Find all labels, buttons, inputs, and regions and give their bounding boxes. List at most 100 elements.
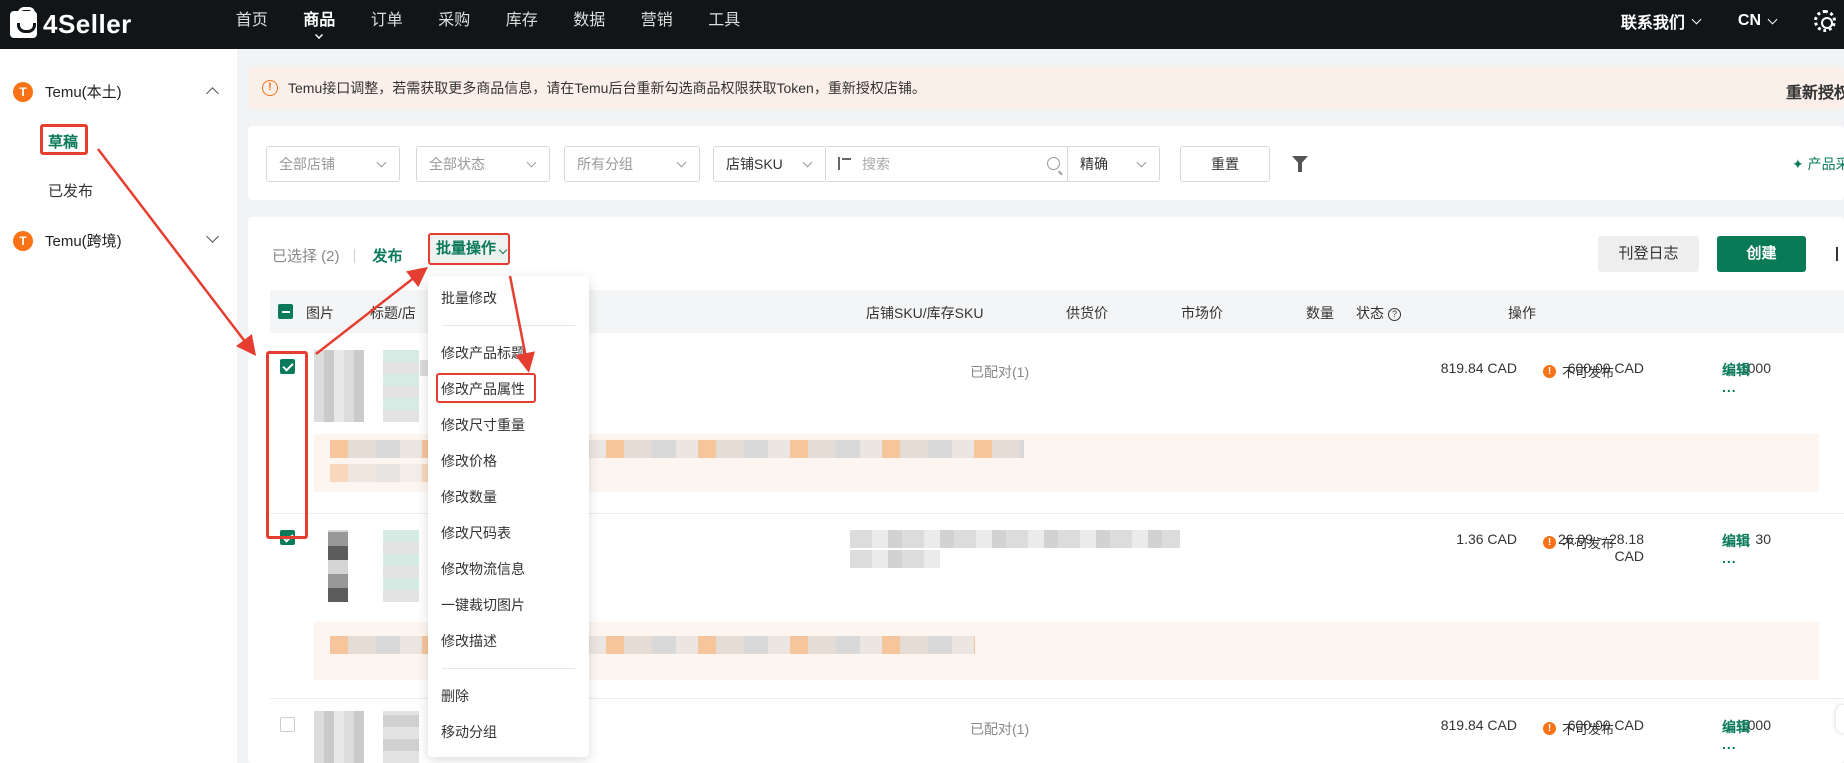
supply-price: 1.36 CAD [1456,531,1517,547]
highlight-box-edit-attributes [436,373,536,403]
publish-button[interactable]: 发布 [373,245,403,266]
chevron-down-icon [315,31,324,39]
main-nav: 首页 商品 订单 采购 库存 数据 营销 工具 [218,0,758,49]
sku-matched[interactable]: 已配对(1) [970,362,1029,382]
contact-us-menu[interactable]: 联系我们 [1620,9,1702,33]
product-thumbnail[interactable] [383,350,419,422]
search-placeholder: 搜索 [862,156,890,172]
market-price-unit: CAD [1614,548,1644,564]
language-menu[interactable]: CN [1737,12,1778,30]
nav-data[interactable]: 数据 [556,0,624,49]
store-select[interactable]: 全部店铺 [266,146,400,182]
nav-home[interactable]: 首页 [218,0,286,49]
filter-icon[interactable] [1292,156,1308,172]
highlight-box-drafts [40,124,88,155]
warning-icon: ! [1543,722,1556,735]
menu-item-delete[interactable]: 删除 [441,686,469,706]
status-badge: ! 不可发布 [1543,719,1614,738]
menu-item-edit-dimensions[interactable]: 修改尺寸重量 [441,415,525,435]
product-title[interactable] [850,530,1180,548]
header-status-label: 状态 [1356,305,1384,321]
status-select[interactable]: 全部状态 [416,146,550,182]
chevron-down-icon [1691,14,1702,24]
reset-button[interactable]: 重置 [1180,146,1270,182]
edit-link[interactable]: 编辑 [1722,717,1750,737]
product-thumbnail[interactable] [314,350,364,422]
search-input[interactable]: 搜索 [826,146,1073,182]
status-select-value: 全部状态 [429,156,485,172]
menu-item-edit-description[interactable]: 修改描述 [441,631,497,651]
nav-tools[interactable]: 工具 [691,0,759,49]
menu-divider [442,668,575,669]
product-thumbnail[interactable] [383,530,419,602]
product-thumbnail[interactable] [328,530,348,602]
select-all-checkbox[interactable] [278,304,293,319]
chevron-down-icon[interactable] [206,230,219,243]
chevron-down-icon [498,245,508,255]
menu-item-edit-price[interactable]: 修改价格 [441,451,497,471]
search-icon[interactable] [1047,157,1060,170]
more-actions[interactable]: ... [1722,550,1737,566]
top-right-menu: 联系我们 CN [1621,0,1844,42]
product-thumbnail[interactable] [314,711,364,763]
top-navbar: 4Seller 首页 商品 订单 采购 库存 数据 营销 工具 联系我们 CN [0,0,1844,49]
edit-link[interactable]: 编辑 [1722,531,1750,551]
scroll-handle[interactable] [1836,705,1844,733]
chevron-down-icon [526,157,537,168]
nav-purchase[interactable]: 采购 [421,0,489,49]
chevron-down-icon [802,157,813,168]
match-mode-select[interactable]: 精确 [1067,146,1160,182]
warning-icon: ! [1543,365,1556,378]
expand-icon[interactable] [1836,247,1844,261]
header-quantity: 数量 [1306,305,1334,321]
menu-item-edit-size-chart[interactable]: 修改尺码表 [441,523,511,543]
logo-text: 4Seller [43,8,132,39]
gear-icon[interactable] [1814,10,1836,32]
menu-item-edit-logistics[interactable]: 修改物流信息 [441,559,525,579]
supply-price: 819.84 CAD [1440,360,1517,376]
store-select-value: 全部店铺 [279,156,335,172]
status-text: 不可发布 [1562,722,1615,737]
header-actions: 操作 [1508,305,1536,321]
warning-icon: ! [262,80,278,96]
nav-inventory[interactable]: 库存 [488,0,556,49]
row-checkbox[interactable] [280,717,295,732]
contact-us-label: 联系我们 [1620,15,1685,32]
menu-item-edit-title[interactable]: 修改产品标题 [441,343,525,363]
chevron-up-icon[interactable] [206,87,219,100]
nav-products[interactable]: 商品 [286,0,354,49]
language-label: CN [1737,12,1761,29]
batch-operations-button[interactable]: 批量操作 [428,233,510,265]
nav-orders[interactable]: 订单 [353,0,421,49]
menu-item-edit-quantity[interactable]: 修改数量 [441,487,497,507]
sku-type-select[interactable]: 店铺SKU [713,146,826,182]
more-actions[interactable]: ... [1722,379,1737,395]
menu-item-batch-edit[interactable]: 批量修改 [441,288,497,308]
sidebar-group-label: Temu(跨境) [45,233,122,250]
logo[interactable]: 4Seller [10,6,132,40]
more-actions[interactable]: ... [1722,736,1737,752]
listing-log-button[interactable]: 刊登日志 [1598,236,1699,272]
nav-marketing[interactable]: 营销 [623,0,691,49]
product-collect-link[interactable]: ✦ 产品采 [1792,154,1844,174]
group-select[interactable]: 所有分组 [564,146,700,182]
group-select-value: 所有分组 [577,156,633,172]
sidebar-item-published[interactable]: 已发布 [48,180,93,201]
sku-matched[interactable]: 已配对(1) [970,719,1029,739]
create-button[interactable]: 创建 [1717,236,1806,272]
help-icon[interactable]: ? [1388,308,1401,321]
header-title: 标题/店 [370,305,416,321]
sidebar-group-temu-cross[interactable]: T Temu(跨境) [13,230,122,251]
reauthorize-link[interactable]: 重新授权 [1786,79,1844,103]
chevron-down-icon [376,157,387,168]
warning-icon: ! [1543,536,1556,549]
product-title[interactable] [850,550,940,568]
menu-item-move-group[interactable]: 移动分组 [441,722,497,742]
header-image: 图片 [306,305,334,321]
product-thumbnail[interactable] [383,711,419,763]
menu-item-crop-images[interactable]: 一键裁切图片 [441,595,525,615]
sidebar-group-temu-local[interactable]: T Temu(本土) [13,81,122,102]
batch-operations-label: 批量操作 [436,240,497,257]
menu-divider [442,325,575,326]
edit-link[interactable]: 编辑 [1722,360,1750,380]
